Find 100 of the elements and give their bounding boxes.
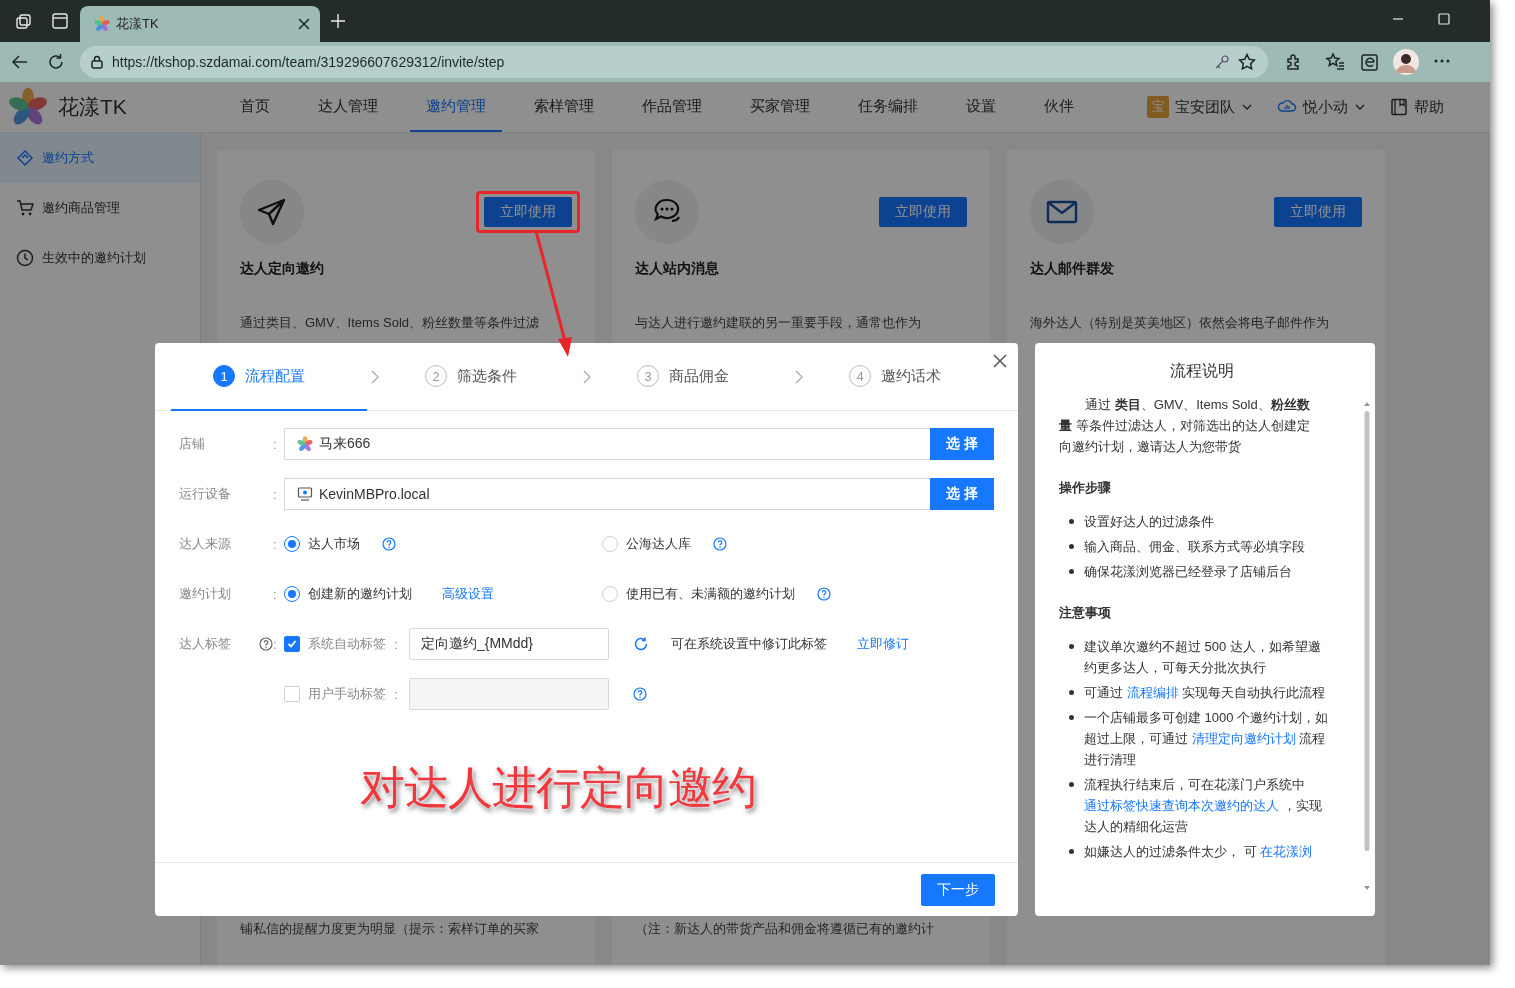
option-label: 创建新的邀约计划 xyxy=(308,585,412,603)
nav-tab[interactable]: 首页 xyxy=(224,82,286,132)
cart-icon xyxy=(16,199,34,217)
book-icon[interactable] xyxy=(1390,98,1408,116)
collections-icon[interactable] xyxy=(1360,52,1380,72)
step-tab[interactable]: 1 流程配置 xyxy=(171,343,367,411)
scrollbar[interactable] xyxy=(1363,401,1371,891)
nav-tab[interactable]: 伙伴 xyxy=(1028,82,1090,132)
clock-icon xyxy=(16,249,34,267)
text-link[interactable]: 通过标签快速查询本次邀约的达人 xyxy=(1084,798,1279,813)
sidebar-item[interactable]: 邀约商品管理 xyxy=(0,183,200,233)
list-text: 一个店铺最多可创建 1000 个邀约计划，如超过上限，可通过 清理定向邀约计划 流程进行清理 xyxy=(1084,709,1329,769)
text-link[interactable]: 清理定向邀约计划 xyxy=(1191,731,1296,746)
flower-icon xyxy=(297,436,313,452)
new-tab-icon[interactable] xyxy=(330,13,346,29)
list-text: 输入商品、佣金、联系方式等必填字段 xyxy=(1084,538,1305,556)
check-icon xyxy=(287,639,297,649)
list-text: 确保花漾浏览器已经登录了店铺后台 xyxy=(1084,563,1292,581)
step-tab[interactable]: 3 商品佣金 xyxy=(595,343,791,411)
refresh-icon[interactable] xyxy=(633,636,649,652)
nav-tab[interactable]: 邀约管理 xyxy=(410,82,502,132)
panel-title: 流程说明 xyxy=(1169,361,1235,381)
tab-actions-icon[interactable] xyxy=(52,13,68,29)
help-link[interactable]: 帮助 xyxy=(1414,97,1444,117)
bullet-dot xyxy=(1069,715,1074,720)
browser-tab[interactable]: 花漾TK xyxy=(80,6,320,42)
field-label: 达人来源 xyxy=(179,535,231,553)
colon: : xyxy=(273,636,278,652)
nav-tab[interactable]: 索样管理 xyxy=(518,82,610,132)
colon: : xyxy=(394,686,399,702)
maximize-icon[interactable] xyxy=(1438,13,1450,25)
sidebar-item[interactable]: 邀约方式 xyxy=(0,133,200,183)
picker-field[interactable]: 马来666 xyxy=(284,428,930,460)
step-tab[interactable]: 4 邀约话术 xyxy=(807,343,1003,411)
card-description: 铺私信的提醒力度更为明显（提示：索样订单的买家 xyxy=(240,920,539,938)
card-title: 达人站内消息 xyxy=(635,260,720,278)
user-name[interactable]: 悦小动 xyxy=(1303,97,1348,117)
field-label: 邀约计划 xyxy=(179,585,231,603)
bullet-dot xyxy=(1069,519,1074,524)
intro-text: 通过 类目、GMV、Items Sold、粉丝数量 等条件过滤达人，对筛选出的达人创建定向邀约计划，邀请达人为您带货 xyxy=(1059,396,1311,456)
key-icon[interactable] xyxy=(1214,54,1230,70)
card-description: 通过类目、GMV、Items Sold、粉丝数量等条件过滤 xyxy=(240,314,541,332)
checkbox[interactable] xyxy=(284,636,300,652)
paper-plane-icon xyxy=(256,196,288,228)
avatar-icon[interactable] xyxy=(1393,49,1419,75)
card-description: （注：新达人的带货产品和佣金将遵循已有的邀约计 xyxy=(635,920,934,938)
section-heading: 注意事项 xyxy=(1059,604,1112,622)
address-bar[interactable]: https://tkshop.szdamai.com/team/319296607629312/invite/step xyxy=(80,46,1268,78)
list-text: 如嫌达人的过滤条件太少， 可 在花漾浏 xyxy=(1084,843,1313,861)
flower-logo-icon xyxy=(8,87,48,127)
list-text: 可通过 流程编排 实现每天自动执行此流程 xyxy=(1084,684,1326,702)
colon: : xyxy=(273,436,278,452)
text-link[interactable]: 流程编排 xyxy=(1126,685,1179,700)
bullet-dot xyxy=(1069,544,1074,549)
nav-tab[interactable]: 达人管理 xyxy=(302,82,394,132)
card-title: 达人定向邀约 xyxy=(240,260,325,278)
flower-logo-icon xyxy=(94,16,110,32)
bullet-dot xyxy=(1069,782,1074,787)
select-button[interactable]: 选 择 xyxy=(930,478,994,510)
diamond-icon xyxy=(16,149,34,167)
advanced-settings-link[interactable]: 高级设置 xyxy=(442,585,494,603)
checkbox-label: 用户手动标签 xyxy=(308,685,386,703)
use-now-button[interactable]: 立即使用 xyxy=(1274,197,1362,227)
option-label: 公海达人库 xyxy=(626,535,691,553)
favorites-icon[interactable] xyxy=(1325,52,1345,72)
option-label: 使用已有、未满额的邀约计划 xyxy=(626,585,795,603)
use-now-button[interactable]: 立即使用 xyxy=(879,197,967,227)
list-text: 流程执行结束后，可在花漾门户系统中 通过标签快速查询本次邀约的达人 ，实现达人的精细化运营 xyxy=(1084,776,1323,836)
text-link[interactable]: 在花漾浏 xyxy=(1260,844,1313,859)
card-title: 达人邮件群发 xyxy=(1030,260,1115,278)
team-badge: 宝 xyxy=(1147,96,1169,118)
lock-icon xyxy=(90,55,104,69)
checkbox-label: 系统自动标签 xyxy=(308,635,386,653)
sidebar-item[interactable]: 生效中的邀约计划 xyxy=(0,233,200,283)
reload-icon[interactable] xyxy=(46,52,66,72)
list-text: 设置好达人的过滤条件 xyxy=(1084,513,1214,531)
use-now-button[interactable]: 立即使用 xyxy=(484,197,572,227)
nav-tab[interactable]: 设置 xyxy=(950,82,1012,132)
revise-link[interactable]: 立即修订 xyxy=(857,635,909,653)
picker-field[interactable]: KevinMBPro.local xyxy=(284,478,930,510)
star-icon[interactable] xyxy=(1238,53,1256,71)
next-button[interactable]: 下一步 xyxy=(921,873,995,906)
card-description: 海外达人（特别是英美地区）依然会将电子邮件作为 xyxy=(1030,314,1330,332)
workspaces-icon[interactable] xyxy=(15,13,33,31)
tag-input[interactable]: 定向邀约_{MMdd} xyxy=(409,628,609,660)
nav-tab[interactable]: 作品管理 xyxy=(626,82,718,132)
annotation-caption: 对达人进行定向邀约 xyxy=(360,761,756,815)
close-icon[interactable] xyxy=(992,353,1008,369)
nav-tab[interactable]: 任务编排 xyxy=(842,82,934,132)
close-icon[interactable] xyxy=(298,18,310,30)
select-button[interactable]: 选 择 xyxy=(930,428,994,460)
nav-tab[interactable]: 买家管理 xyxy=(734,82,826,132)
monitor-icon xyxy=(297,486,313,502)
team-name[interactable]: 宝安团队 xyxy=(1175,97,1235,117)
hint-text: 可在系统设置中修订此标签 xyxy=(671,635,827,653)
step-tab[interactable]: 2 筛选条件 xyxy=(383,343,579,411)
field-label: 运行设备 xyxy=(179,485,231,503)
bullet-dot xyxy=(1069,569,1074,574)
colon: : xyxy=(394,636,399,652)
colon: : xyxy=(273,536,278,552)
